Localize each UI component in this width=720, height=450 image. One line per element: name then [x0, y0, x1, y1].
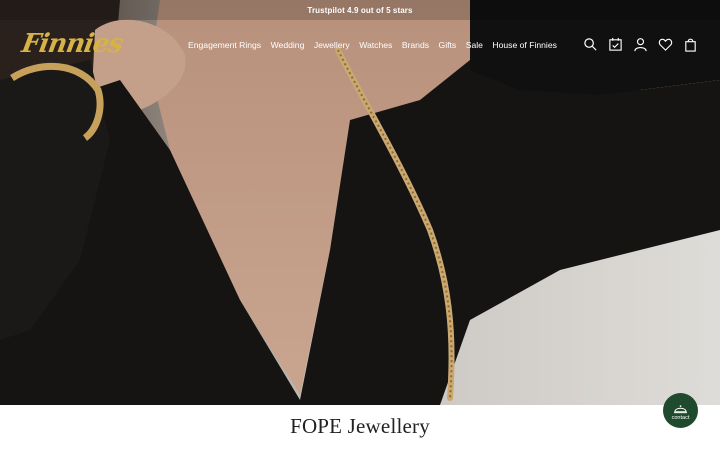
nav-item-jewellery[interactable]: Jewellery — [314, 38, 350, 52]
brand-logo[interactable]: Finnies — [19, 26, 124, 62]
concierge-bell-icon — [673, 405, 688, 414]
announcement-bar[interactable]: Trustpilot 4.9 out of 5 stars — [0, 0, 720, 20]
search-icon[interactable] — [582, 36, 598, 52]
header-actions — [582, 36, 698, 52]
account-icon[interactable] — [632, 36, 648, 52]
announcement-text: Trustpilot 4.9 out of 5 stars — [307, 5, 413, 15]
nav-item-brands[interactable]: Brands — [402, 38, 429, 52]
wishlist-heart-icon[interactable] — [657, 36, 673, 52]
hero-photo-illustration — [0, 0, 720, 405]
contact-label: contact — [671, 415, 690, 421]
contact-button[interactable]: contact — [663, 393, 698, 428]
hero-image — [0, 0, 720, 405]
nav-item-gifts[interactable]: Gifts — [439, 38, 457, 52]
bag-icon[interactable] — [682, 36, 698, 52]
page-title: FOPE Jewellery — [290, 414, 430, 438]
calendar-icon[interactable] — [607, 36, 623, 52]
main-navigation: Engagement Rings Wedding Jewellery Watch… — [188, 38, 566, 52]
nav-item-house-of-finnies[interactable]: House of Finnies — [492, 38, 557, 52]
nav-item-sale[interactable]: Sale — [466, 38, 483, 52]
nav-item-watches[interactable]: Watches — [359, 38, 392, 52]
nav-item-engagement-rings[interactable]: Engagement Rings — [188, 38, 261, 52]
nav-item-wedding[interactable]: Wedding — [271, 38, 305, 52]
